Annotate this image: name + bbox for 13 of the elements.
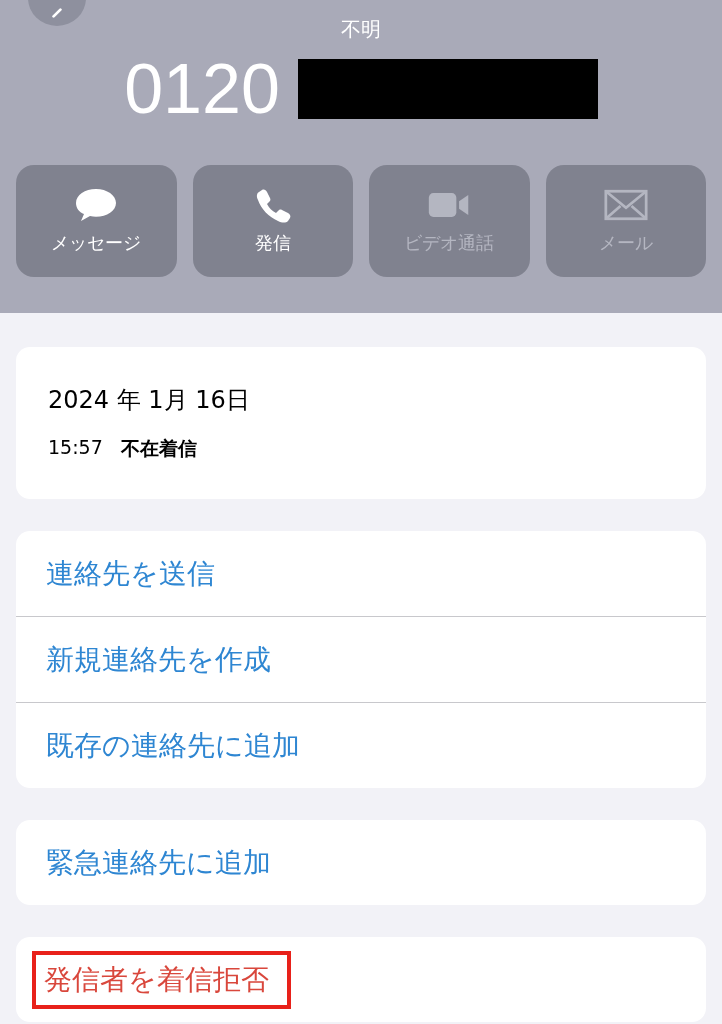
option-link[interactable]: 既存の連絡先に追加 [46,726,300,765]
call-type: 不在着信 [120,436,197,461]
call-time: 15:57 [48,436,103,460]
call-date: 2024 年 1月 16日 [48,385,251,416]
option-link[interactable]: 新規連絡先を作成 [46,640,271,679]
message-action-button[interactable]: メッセージ [16,165,177,277]
envelope-icon [603,187,648,223]
option-link[interactable]: 連絡先を送信 [46,554,215,593]
option-link[interactable]: 緊急連絡先に追加 [46,843,271,882]
caller-label: 不明 [341,16,381,43]
call-action-button[interactable]: 発信 [192,165,353,277]
phone-number: 0120 [124,49,280,129]
speech-bubble-icon [74,187,119,223]
